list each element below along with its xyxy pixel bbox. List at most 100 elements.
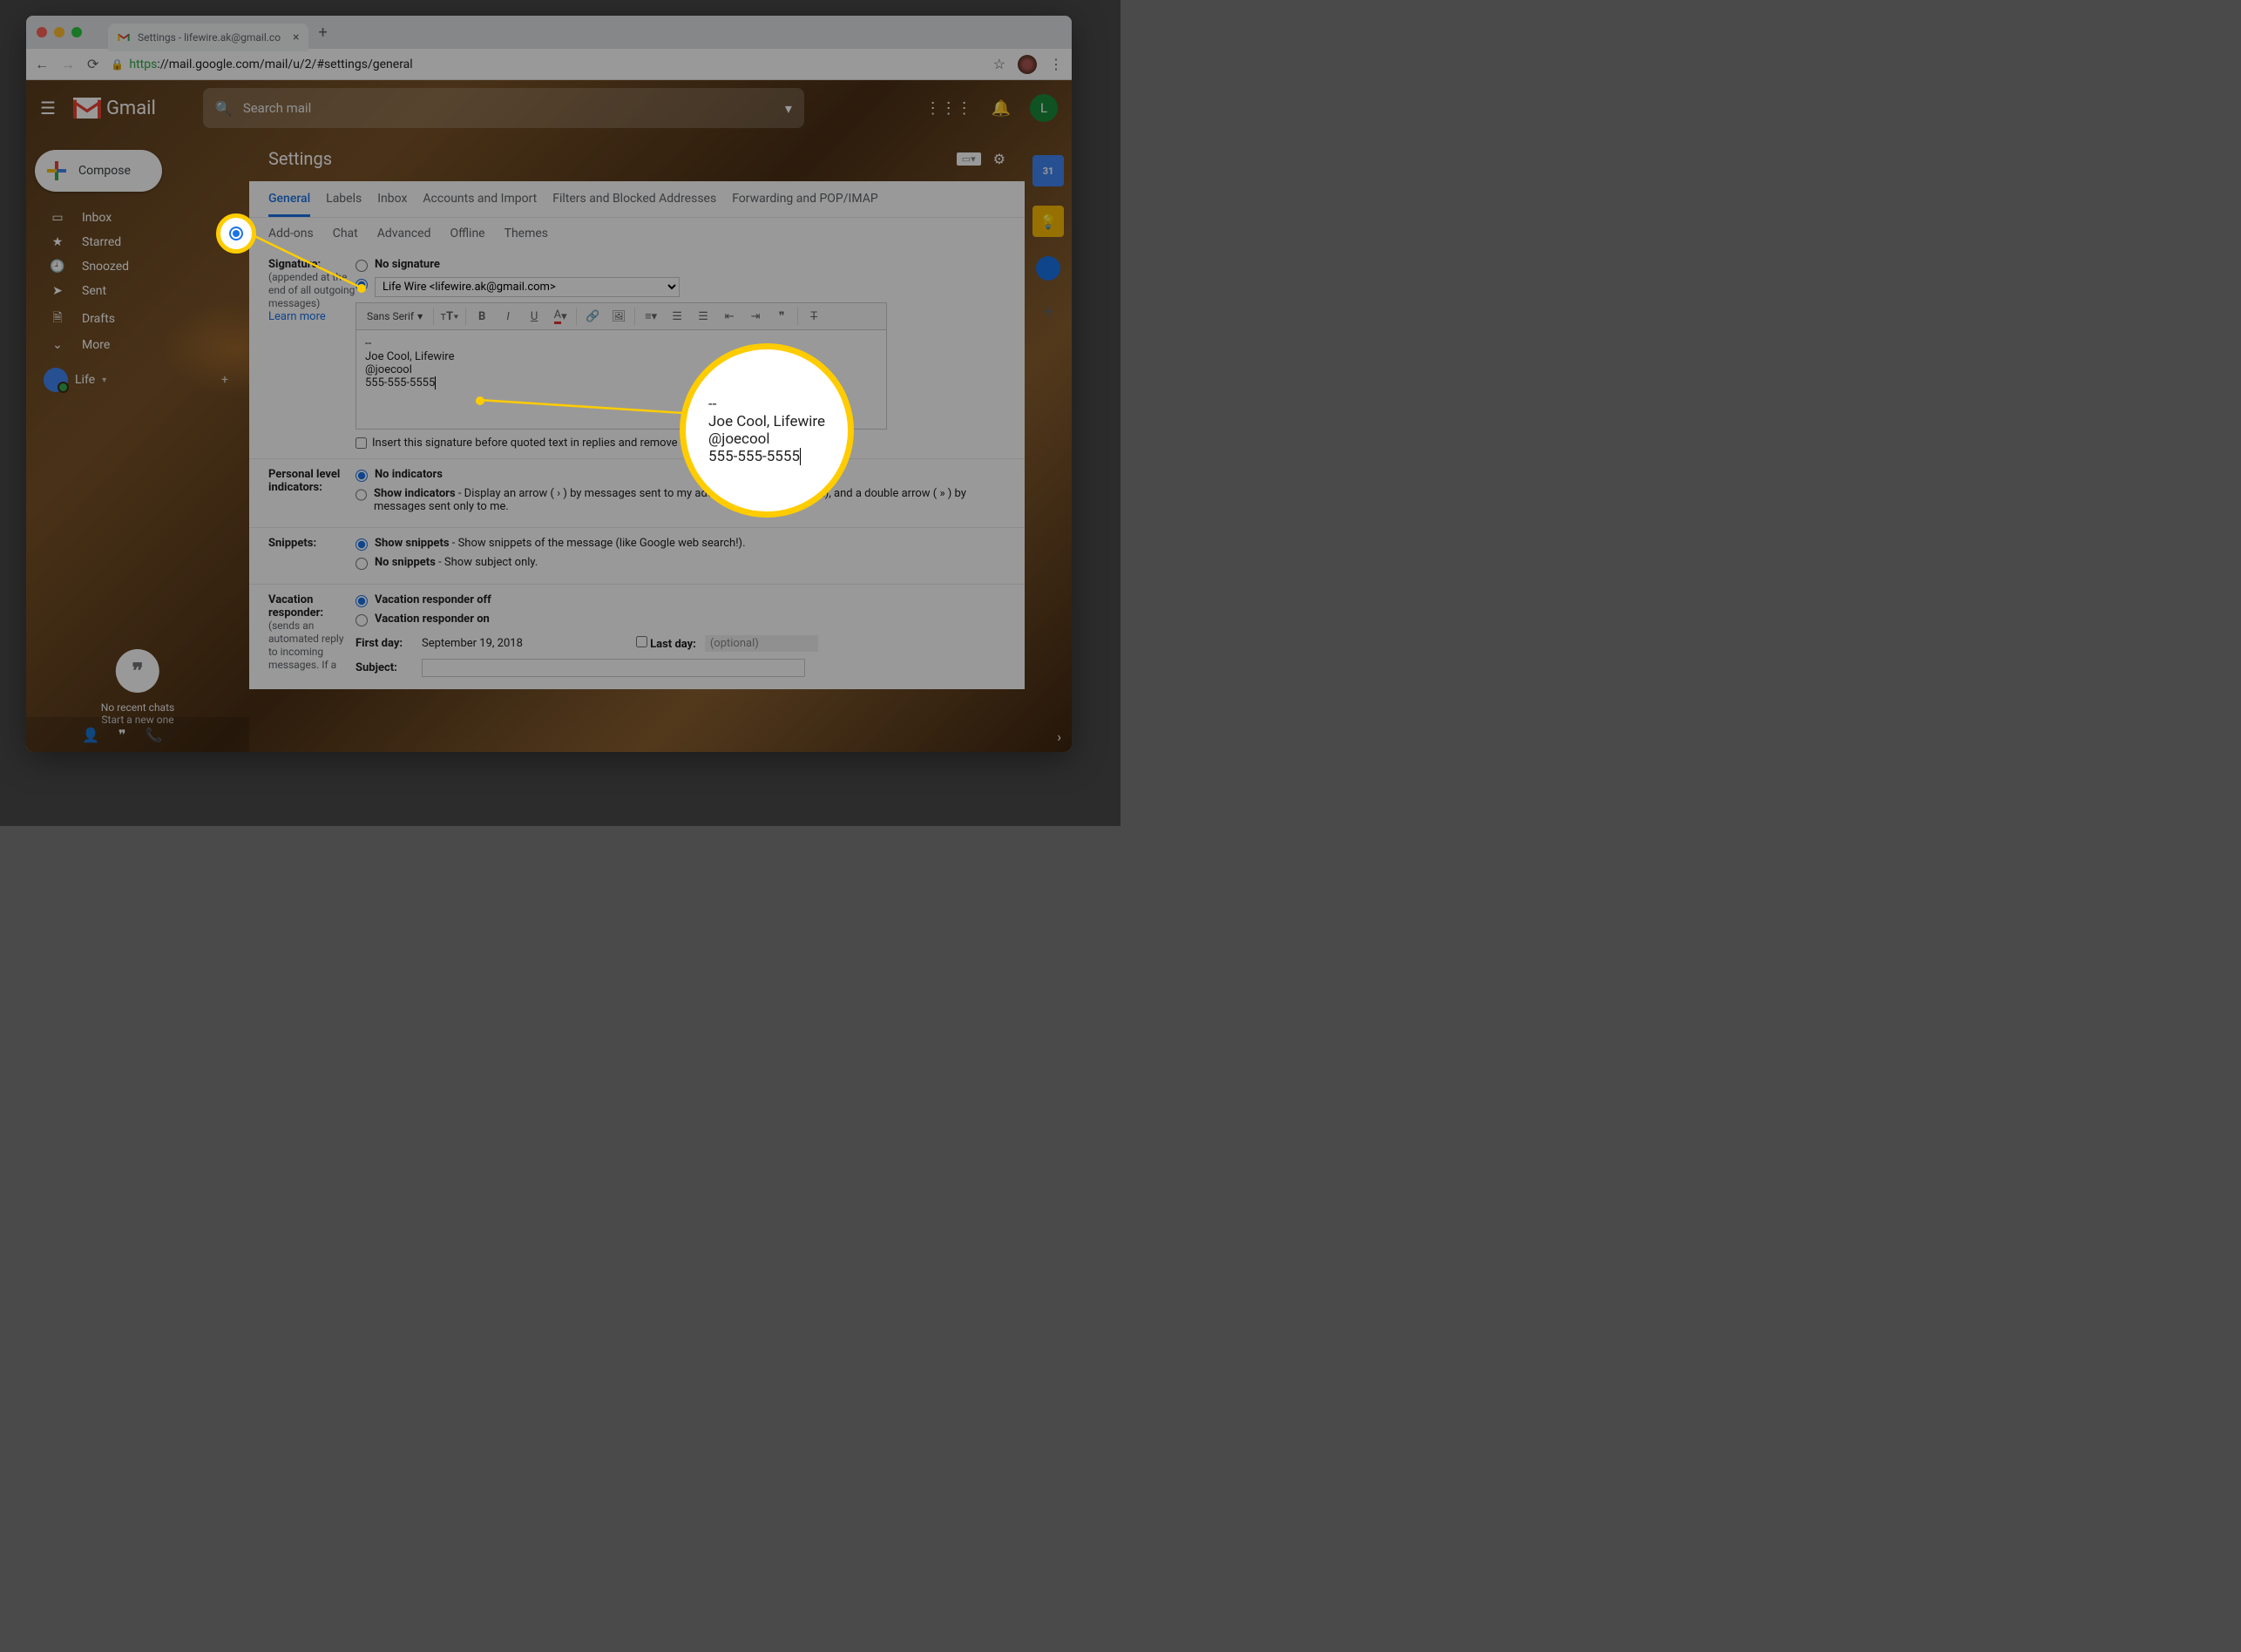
indent-more-icon[interactable]: ⇥ bbox=[743, 305, 768, 328]
font-family-dropdown[interactable]: Sans Serif ▾ bbox=[360, 310, 430, 322]
main-content: Settings ▭▾ ⚙ General Labels Inbox Accou… bbox=[249, 136, 1025, 752]
no-snippets-option[interactable]: No snippets - Show subject only. bbox=[355, 556, 1005, 570]
tab-labels[interactable]: Labels bbox=[326, 192, 362, 217]
hangouts-icon[interactable]: ❞ bbox=[116, 649, 159, 693]
vacation-off-option[interactable]: Vacation responder off bbox=[355, 593, 1005, 607]
add-account-icon[interactable]: + bbox=[221, 373, 228, 387]
italic-icon[interactable]: I bbox=[496, 305, 520, 328]
remove-formatting-icon[interactable]: T bbox=[802, 305, 826, 328]
collapse-panel-icon[interactable]: › bbox=[1057, 728, 1061, 745]
close-window-button[interactable] bbox=[37, 27, 47, 37]
vacation-off-radio[interactable] bbox=[355, 595, 368, 607]
profile-avatar[interactable] bbox=[1018, 55, 1037, 74]
align-left-icon[interactable]: ≡▾ bbox=[639, 305, 663, 328]
font-size-icon[interactable]: т𝐓▾ bbox=[437, 305, 462, 328]
settings-tabs-row2: Add-ons Chat Advanced Offline Themes bbox=[249, 218, 1025, 249]
compose-button[interactable]: Compose bbox=[35, 150, 162, 192]
numbered-list-icon[interactable]: ☰ bbox=[665, 305, 689, 328]
insert-signature-checkbox[interactable] bbox=[355, 437, 367, 449]
account-switcher[interactable]: Life ▾ + bbox=[26, 357, 249, 392]
link-icon[interactable]: 🔗 bbox=[580, 305, 605, 328]
tab-offline[interactable]: Offline bbox=[450, 227, 484, 240]
account-avatar[interactable]: L bbox=[1030, 94, 1058, 122]
new-tab-button[interactable]: + bbox=[319, 24, 328, 42]
maximize-window-button[interactable] bbox=[71, 27, 82, 37]
reload-button[interactable]: ⟳ bbox=[87, 56, 98, 72]
page-title: Settings bbox=[268, 148, 332, 169]
show-snippets-radio[interactable] bbox=[355, 538, 368, 551]
hangouts-small-icon[interactable]: ❞ bbox=[118, 727, 126, 743]
minimize-window-button[interactable] bbox=[54, 27, 64, 37]
main-menu-icon[interactable]: ☰ bbox=[40, 98, 56, 118]
gmail-logo[interactable]: Gmail bbox=[73, 98, 156, 119]
quote-icon[interactable]: ❞ bbox=[769, 305, 794, 328]
indent-less-icon[interactable]: ⇤ bbox=[717, 305, 741, 328]
tab-themes[interactable]: Themes bbox=[504, 227, 548, 240]
search-options-icon[interactable]: ▾ bbox=[785, 100, 792, 117]
text-color-icon[interactable]: A▾ bbox=[548, 305, 572, 328]
no-signature-radio[interactable] bbox=[355, 260, 368, 272]
use-signature-option[interactable]: Life Wire <lifewire.ak@gmail.com> bbox=[355, 277, 1005, 297]
bold-icon[interactable]: B bbox=[470, 305, 494, 328]
window-titlebar: Settings - lifewire.ak@gmail.co × + bbox=[26, 16, 1072, 49]
vacation-on-option[interactable]: Vacation responder on bbox=[355, 613, 1005, 626]
personal-label: Personal level indicators: bbox=[268, 468, 340, 494]
tab-advanced[interactable]: Advanced bbox=[377, 227, 431, 240]
search-placeholder: Search mail bbox=[243, 100, 775, 116]
no-signature-option[interactable]: No signature bbox=[355, 258, 1005, 272]
first-day-value[interactable]: September 19, 2018 bbox=[422, 637, 523, 650]
sidebar-item-drafts[interactable]: 🗎Drafts bbox=[26, 303, 249, 335]
no-indicators-radio[interactable] bbox=[355, 470, 368, 482]
browser-tab[interactable]: Settings - lifewire.ak@gmail.co × bbox=[108, 24, 308, 51]
gmail-header: ☰ Gmail 🔍 Search mail ▾ ⋮⋮⋮ 🔔 L bbox=[26, 80, 1072, 136]
calendar-icon[interactable]: 31 bbox=[1032, 155, 1064, 186]
search-box[interactable]: 🔍 Search mail ▾ bbox=[203, 88, 804, 128]
bullet-list-icon[interactable]: ☰ bbox=[691, 305, 715, 328]
image-icon[interactable]: 🖼 bbox=[606, 305, 631, 328]
input-tools-icon[interactable]: ▭▾ bbox=[957, 152, 981, 166]
tab-addons[interactable]: Add-ons bbox=[268, 227, 314, 240]
sidebar-item-snoozed[interactable]: 🕘Snoozed bbox=[26, 254, 249, 279]
vacation-responder-section: Vacation responder: (sends an automated … bbox=[249, 585, 1025, 689]
back-button[interactable]: ← bbox=[35, 56, 49, 73]
forward-button[interactable]: → bbox=[61, 56, 75, 73]
gear-icon[interactable]: ⚙ bbox=[993, 151, 1005, 167]
bookmark-star-icon[interactable]: ☆ bbox=[993, 56, 1005, 72]
tab-forwarding[interactable]: Forwarding and POP/IMAP bbox=[732, 192, 877, 217]
show-indicators-radio[interactable] bbox=[355, 489, 367, 501]
signature-section: Signature: (appended at the end of all o… bbox=[249, 249, 1025, 459]
last-day-field[interactable]: (optional) bbox=[705, 635, 818, 652]
vacation-on-radio[interactable] bbox=[355, 614, 368, 626]
show-indicators-option[interactable]: Show indicators - Display an arrow ( › )… bbox=[355, 487, 1005, 513]
url-field[interactable]: 🔒 https://mail.google.com/mail/u/2/#sett… bbox=[111, 58, 980, 71]
chevron-down-icon: ⌄ bbox=[49, 338, 66, 352]
sidebar-item-inbox[interactable]: ▭Inbox bbox=[26, 206, 249, 230]
notifications-icon[interactable]: 🔔 bbox=[992, 99, 1011, 118]
close-tab-icon[interactable]: × bbox=[293, 30, 299, 44]
learn-more-link[interactable]: Learn more bbox=[268, 310, 326, 323]
lock-icon: 🔒 bbox=[111, 58, 124, 71]
apps-grid-icon[interactable]: ⋮⋮⋮ bbox=[925, 99, 972, 118]
no-snippets-radio[interactable] bbox=[355, 558, 368, 570]
get-addons-icon[interactable]: + bbox=[1025, 301, 1072, 323]
underline-icon[interactable]: U bbox=[522, 305, 546, 328]
show-snippets-option[interactable]: Show snippets - Show snippets of the mes… bbox=[355, 537, 1005, 551]
sidebar-item-more[interactable]: ⌄More bbox=[26, 335, 249, 357]
vacation-subject-input[interactable] bbox=[422, 659, 805, 677]
sidebar-item-sent[interactable]: ➤Sent bbox=[26, 279, 249, 303]
keep-icon[interactable]: 💡 bbox=[1032, 206, 1064, 237]
star-icon: ★ bbox=[49, 235, 66, 249]
phone-icon[interactable]: 📞 bbox=[146, 727, 163, 743]
tab-chat[interactable]: Chat bbox=[333, 227, 358, 240]
person-icon[interactable]: 👤 bbox=[82, 727, 99, 743]
tasks-icon[interactable] bbox=[1036, 256, 1060, 281]
hangouts-widget: ❞ No recent chats Start a new one bbox=[101, 649, 174, 726]
tab-accounts[interactable]: Accounts and Import bbox=[423, 192, 537, 217]
browser-menu-icon[interactable]: ⋮ bbox=[1049, 56, 1063, 72]
signature-identity-select[interactable]: Life Wire <lifewire.ak@gmail.com> bbox=[375, 277, 680, 297]
tab-general[interactable]: General bbox=[268, 192, 310, 217]
tab-filters[interactable]: Filters and Blocked Addresses bbox=[552, 192, 716, 217]
last-day-checkbox[interactable] bbox=[636, 636, 647, 647]
no-indicators-option[interactable]: No indicators bbox=[355, 468, 1005, 482]
tab-inbox[interactable]: Inbox bbox=[377, 192, 407, 217]
